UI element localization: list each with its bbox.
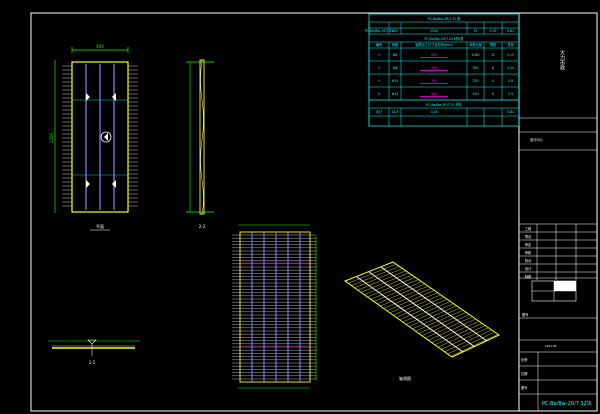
axonometric-view: 轴测图 xyxy=(343,261,501,381)
schedule-top-cell: 400 xyxy=(392,29,398,33)
schedule-total-cell: 0.26 xyxy=(430,110,437,114)
schedule-top-cell: 0.81 xyxy=(507,29,514,33)
section-2-2-view: 2-2 xyxy=(186,59,214,229)
drawing-label: 图号 xyxy=(522,312,528,317)
sheet-label: 图号 xyxy=(521,385,527,390)
schedule-cell: 380 xyxy=(431,79,437,83)
date-value: 2011.05 xyxy=(545,344,557,348)
schedule-cell: Φ8 xyxy=(393,53,398,57)
schedule-total-cell: 合计 xyxy=(376,109,383,114)
title-block-row-label: 审核 xyxy=(525,250,532,255)
schedule-header-cell: 根数 xyxy=(490,42,497,47)
schedule-top-cell: 32 xyxy=(473,29,477,33)
section-2-2-label: 2-2 xyxy=(199,224,206,229)
title-block-row-label: 工程 xyxy=(525,226,532,231)
company-name: 大力市政 xyxy=(559,49,565,71)
schedule-cell: ① xyxy=(378,53,381,57)
schedule-cell: 6 xyxy=(492,92,494,96)
schedule-total-cell: 14.9 xyxy=(391,110,398,114)
schedule-cell: ④ xyxy=(378,92,381,96)
schedule-cell: 360 xyxy=(472,66,478,70)
schedule-cell: 900 xyxy=(431,53,437,57)
schedule-header-cell: 钢筋加工尺寸及形状(mm) xyxy=(415,42,452,47)
title-block-row-label: 审定 xyxy=(525,242,532,247)
schedule-header-cell: 单根长度 xyxy=(469,42,483,47)
schedule-cell: 5.8 xyxy=(508,79,513,83)
schedule-title-mid: PC-Ba/Bw-2R/T-32 材料表 xyxy=(424,36,464,41)
title-block: 大力市政 设计中心 工程项目审定审核校对设计制图 图号 2011.05 比例 日… xyxy=(519,49,597,411)
plan-width-dim: 400 xyxy=(96,44,104,49)
rebar-plan-view xyxy=(232,224,317,389)
schedule-cell: 4 xyxy=(492,79,494,83)
schedule-cell: 5.15 xyxy=(507,53,514,57)
section-1-1-label: 1-1 xyxy=(89,360,96,365)
schedule-cell: 380 xyxy=(431,66,437,70)
schedule-cell: ③ xyxy=(378,79,381,83)
axonometric-label: 轴测图 xyxy=(399,375,411,381)
cad-drawing-sheet: 400 1200 平面 2-2 1-1 轴测图 PC-Ba/Bw-2R/T-32… xyxy=(30,12,598,412)
title-block-row-label: 项目 xyxy=(525,235,531,239)
schedule-cell: 1080 xyxy=(471,53,479,57)
schedule-top-cell: 0.26 xyxy=(489,29,496,33)
title-block-row-label: 设计 xyxy=(525,266,532,271)
schedule-cell: ② xyxy=(378,66,381,70)
sheet-number: PC-Ba/Bw-2R/T-32块 xyxy=(542,400,592,407)
schedule-cell: 0.9 xyxy=(508,92,513,96)
schedule-cell: Φ10 xyxy=(392,79,399,83)
schedule-header-cell: 重量 xyxy=(507,42,514,47)
title-block-row-label: 校对 xyxy=(525,258,532,263)
schedule-cell: 560 xyxy=(431,92,437,96)
schedule-cell: Φ12 xyxy=(392,92,399,96)
schedule-cell: Φ8 xyxy=(393,66,398,70)
schedule-title-top: PC-Ba/Bw-2R/T-32 表 xyxy=(428,16,462,21)
scale-label: 比例 xyxy=(521,357,527,362)
project-line: 设计中心 xyxy=(530,137,544,142)
date-label: 日期 xyxy=(521,371,527,376)
plan-view: 400 1200 平面 xyxy=(49,44,138,231)
material-schedule-table: PC-Ba/Bw-2R/T-32 表 PC-Ba/Bw-2R/T-32400 12… xyxy=(365,13,520,127)
schedule-total-cell: 0.81 xyxy=(507,110,514,114)
schedule-header-cell: 规格 xyxy=(392,42,399,47)
plan-length-dim: 1200 xyxy=(49,132,54,143)
schedule-cell: 12 xyxy=(491,53,495,57)
schedule-title-bottom: PC-Ba/Bw-2R/T-32 材料 xyxy=(426,102,463,107)
section-1-1-view: 1-1 xyxy=(48,339,140,365)
schedule-top-cell: 1200 xyxy=(430,29,438,33)
schedule-cell: 8 xyxy=(492,66,494,70)
plan-view-label: 平面 xyxy=(96,224,104,229)
schedule-cell: 450 xyxy=(472,92,478,96)
schedule-header-cell: 编号 xyxy=(376,42,382,47)
schedule-cell: 220 xyxy=(472,79,478,83)
schedule-cell: 3.20 xyxy=(507,66,514,70)
